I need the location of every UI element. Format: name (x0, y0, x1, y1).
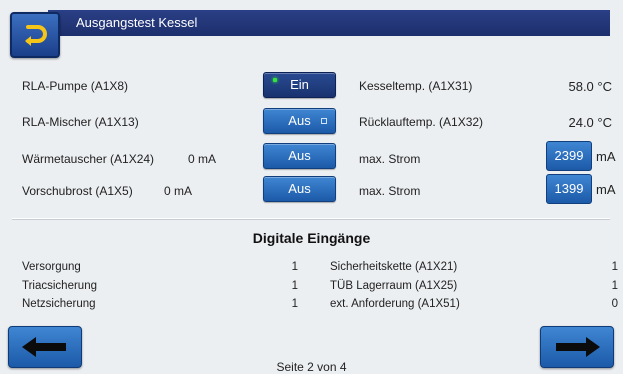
output-label-vorschubrost: Vorschubrost (A1X5) (22, 184, 133, 198)
measurement-label-kesseltemp: Kesseltemp. (A1X31) (359, 79, 473, 93)
digital-input-value: 1 (291, 298, 298, 310)
output-current-vorschubrost: 0 mA (164, 184, 193, 198)
page-title-bar: Ausgangstest Kessel (48, 10, 610, 36)
toggle-button-label: Aus (288, 113, 311, 128)
toggle-button-label: Aus (288, 148, 311, 163)
toggle-button-vorschubrost[interactable]: Aus (263, 176, 336, 202)
toggle-button-waermetauscher[interactable]: Aus (263, 143, 336, 169)
max-strom-label-2: max. Strom (359, 184, 421, 198)
page-title: Ausgangstest Kessel (76, 15, 198, 30)
toggle-button-label: Ein (290, 77, 309, 92)
digital-input-label: Triacsicherung (22, 280, 97, 292)
arrow-right-icon (556, 337, 600, 357)
toggle-button-rla-pumpe[interactable]: Ein (263, 72, 336, 98)
max-strom-input-vorschubrost[interactable]: 1399 (546, 174, 592, 204)
status-led-icon (273, 78, 277, 82)
digital-input-label: TÜB Lagerraum (A1X25) (330, 280, 458, 292)
arrow-left-icon (22, 337, 66, 357)
digital-input-value: 1 (611, 261, 618, 273)
digital-input-value: 1 (611, 280, 618, 292)
max-strom-label-1: max. Strom (359, 152, 421, 166)
max-strom-value: 2399 (554, 148, 584, 163)
output-label-waermetauscher: Wärmetauscher (A1X24) (22, 152, 155, 166)
back-button[interactable] (10, 12, 60, 58)
output-current-waermetauscher: 0 mA (188, 152, 217, 166)
measurement-label-ruecklauftemp: Rücklauftemp. (A1X32) (359, 115, 484, 129)
digital-inputs-title: Digitale Eingänge (252, 230, 371, 246)
measurement-value-ruecklauftemp: 24.0 °C (568, 115, 612, 130)
toggle-button-rla-mischer[interactable]: Aus (263, 108, 336, 134)
max-strom-unit-2: mA (596, 182, 616, 197)
digital-input-value: 1 (291, 280, 298, 292)
toggle-button-label: Aus (288, 181, 311, 196)
mixer-indicator-icon (321, 118, 327, 124)
digital-input-label: Versorgung (22, 261, 81, 273)
page-indicator: Seite 2 von 4 (276, 360, 347, 374)
return-arrow-icon (25, 25, 47, 46)
max-strom-input-waermetauscher[interactable]: 2399 (546, 141, 592, 171)
section-divider (12, 218, 610, 219)
digital-input-value: 0 (611, 298, 618, 310)
digital-input-value: 1 (291, 261, 298, 273)
output-label-rla-pumpe: RLA-Pumpe (A1X8) (22, 79, 129, 93)
max-strom-value: 1399 (554, 181, 584, 196)
output-label-rla-mischer: RLA-Mischer (A1X13) (22, 115, 139, 129)
digital-input-label: Netzsicherung (22, 298, 96, 310)
digital-input-label: Sicherheitskette (A1X21) (330, 261, 458, 273)
max-strom-unit-1: mA (596, 149, 616, 164)
digital-input-label: ext. Anforderung (A1X51) (330, 298, 460, 310)
measurement-value-kesseltemp: 58.0 °C (568, 79, 612, 94)
